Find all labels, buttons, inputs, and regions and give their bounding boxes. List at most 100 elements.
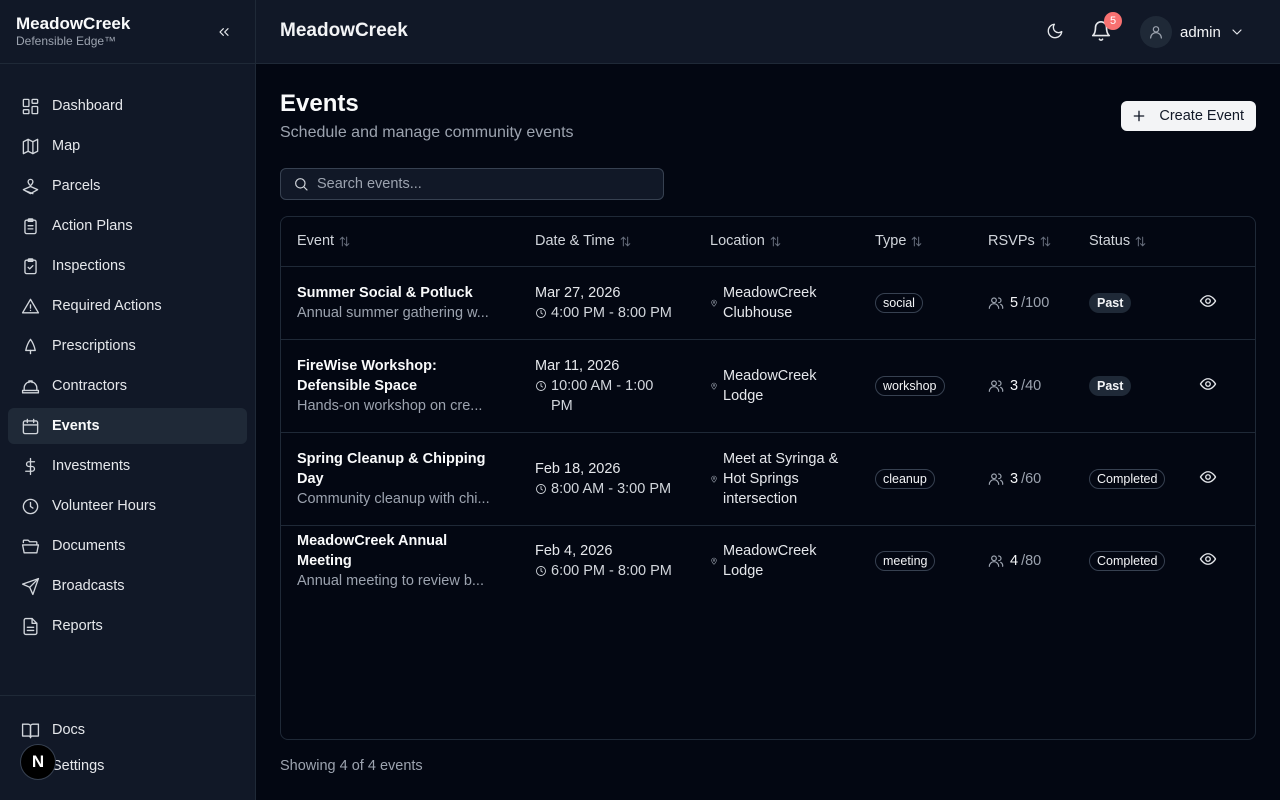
cell-event: Summer Social & Potluck Annual summer ga… <box>281 266 519 340</box>
cell-type: cleanup <box>859 432 972 526</box>
cell-date-time: Feb 18, 2026 8:00 AM - 3:00 PM <box>519 432 694 526</box>
event-title: MeadowCreek Annual Meeting <box>297 533 448 570</box>
sidebar-item-label: Reports <box>52 618 103 634</box>
table-row[interactable]: FireWise Workshop: Defensible Space Hand… <box>281 339 1255 433</box>
theme-toggle-button[interactable] <box>1046 22 1066 42</box>
sidebar-item-docs[interactable]: Docs <box>8 712 247 748</box>
sidebar-item-label: Prescriptions <box>52 338 136 354</box>
cell-event: Spring Cleanup & Chipping Day Community … <box>281 432 519 526</box>
sidebar-item-parcels[interactable]: Parcels <box>8 168 247 204</box>
map-pin-icon <box>711 475 717 483</box>
event-location: MeadowCreek Lodge <box>723 367 817 404</box>
sidebar-item-dashboard[interactable]: Dashboard <box>8 88 247 124</box>
events-table: Event Date & Time Location Type RSVPs St… <box>280 216 1256 740</box>
rsvp-count: 4 <box>1010 553 1019 570</box>
event-description: Hands-on workshop on cre... <box>297 397 483 414</box>
create-event-button[interactable]: Create Event <box>1121 101 1256 131</box>
view-eye-icon[interactable] <box>1199 468 1217 486</box>
rsvp-capacity: /100 <box>1021 294 1050 311</box>
sidebar-item-broadcasts[interactable]: Broadcasts <box>8 568 247 604</box>
cell-event: FireWise Workshop: Defensible Space Hand… <box>281 339 519 433</box>
column-header-location[interactable]: Location <box>694 217 859 267</box>
folder-icon <box>20 536 40 556</box>
sidebar-item-contractors[interactable]: Contractors <box>8 368 247 404</box>
cell-status: Completed <box>1073 432 1183 526</box>
sidebar-item-required-actions[interactable]: Required Actions <box>8 288 247 324</box>
plus-icon <box>1134 110 1145 122</box>
sidebar-item-label: Docs <box>52 722 86 738</box>
parcels-icon <box>20 176 40 196</box>
brand: MeadowCreek Defensible Edge™ <box>0 0 255 64</box>
cell-location: MeadowCreek Lodge <box>694 525 859 597</box>
chevron-down-icon <box>1232 29 1242 35</box>
sidebar-item-action-plans[interactable]: Action Plans <box>8 208 247 244</box>
view-eye-icon[interactable] <box>1199 375 1217 393</box>
cell-date-time: Mar 11, 2026 10:00 AM - 1:00 PM <box>519 339 694 433</box>
sidebar-item-map[interactable]: Map <box>8 128 247 164</box>
map-pin-icon <box>711 299 717 307</box>
event-title: Spring Cleanup & Chipping Day <box>297 450 486 487</box>
column-header-event[interactable]: Event <box>281 217 519 267</box>
sidebar-item-prescriptions[interactable]: Prescriptions <box>8 328 247 364</box>
sidebar-item-label: Documents <box>52 538 126 554</box>
table-row[interactable]: MeadowCreek Annual Meeting Annual meetin… <box>281 525 1255 597</box>
sort-icon <box>339 236 350 247</box>
column-header-actions <box>1183 217 1255 267</box>
view-eye-icon[interactable] <box>1199 550 1217 568</box>
event-date: Feb 18, 2026 <box>535 460 621 477</box>
column-header-type[interactable]: Type <box>859 217 972 267</box>
send-icon <box>20 576 40 596</box>
cell-actions <box>1183 525 1255 597</box>
sidebar-footer: Docs Settings N <box>0 695 255 800</box>
rsvp-count: 3 <box>1010 377 1019 394</box>
sidebar-item-documents[interactable]: Documents <box>8 528 247 564</box>
user-icon <box>1150 26 1162 39</box>
status-badge: Past <box>1089 292 1132 313</box>
column-header-date-time[interactable]: Date & Time <box>519 217 694 267</box>
event-description: Annual summer gathering w... <box>297 304 489 321</box>
view-eye-icon[interactable] <box>1199 292 1217 310</box>
clock-icon <box>536 483 546 494</box>
clock-icon <box>536 307 546 318</box>
column-header-rsvps[interactable]: RSVPs <box>972 217 1073 267</box>
event-time: 8:00 AM - 3:00 PM <box>551 480 672 497</box>
table-row[interactable]: Spring Cleanup & Chipping Day Community … <box>281 432 1255 526</box>
event-location: Meet at Syringa & Hot Springs intersecti… <box>723 450 839 507</box>
table-row[interactable]: Summer Social & Potluck Annual summer ga… <box>281 266 1255 340</box>
cell-actions <box>1183 432 1255 526</box>
brand-name: MeadowCreek <box>16 14 131 33</box>
column-header-status[interactable]: Status <box>1073 217 1183 267</box>
event-location: MeadowCreek Lodge <box>723 543 817 580</box>
brand-tagline: Defensible Edge™ <box>16 34 117 48</box>
event-time-wrap: 4:00 PM - 8:00 PM <box>535 303 678 323</box>
sidebar: MeadowCreek Defensible Edge™ Dashboard M… <box>0 0 256 800</box>
clipboard-check-icon <box>20 256 40 276</box>
search-input[interactable] <box>317 176 647 192</box>
clock-icon <box>536 380 546 391</box>
sidebar-item-reports[interactable]: Reports <box>8 608 247 644</box>
collapse-sidebar-button[interactable] <box>213 22 235 42</box>
dev-tools-badge[interactable]: N <box>20 744 56 780</box>
dollar-icon <box>20 456 40 476</box>
sidebar-item-events[interactable]: Events <box>8 408 247 444</box>
clock-icon <box>536 566 546 577</box>
user-name: admin <box>1180 23 1221 41</box>
users-icon <box>988 472 1004 485</box>
user-menu[interactable]: admin <box>1140 16 1245 48</box>
clipboard-list-icon <box>20 216 40 236</box>
event-time-wrap: 8:00 AM - 3:00 PM <box>535 479 678 499</box>
cell-rsvps: 3/40 <box>972 339 1073 433</box>
cell-date-time: Feb 4, 2026 6:00 PM - 8:00 PM <box>519 525 694 597</box>
cell-status: Past <box>1073 339 1183 433</box>
results-count: Showing 4 of 4 events <box>280 758 423 774</box>
type-badge: social <box>875 292 923 313</box>
dashboard-icon <box>20 96 40 116</box>
sidebar-item-investments[interactable]: Investments <box>8 448 247 484</box>
notification-count-badge: 5 <box>1104 12 1122 30</box>
sidebar-item-label: Settings <box>52 758 105 774</box>
cell-type: meeting <box>859 525 972 597</box>
sidebar-item-label: Map <box>52 138 81 154</box>
sidebar-item-volunteer-hours[interactable]: Volunteer Hours <box>8 488 247 524</box>
sidebar-item-inspections[interactable]: Inspections <box>8 248 247 284</box>
event-time: 10:00 AM - 1:00 PM <box>551 377 654 414</box>
